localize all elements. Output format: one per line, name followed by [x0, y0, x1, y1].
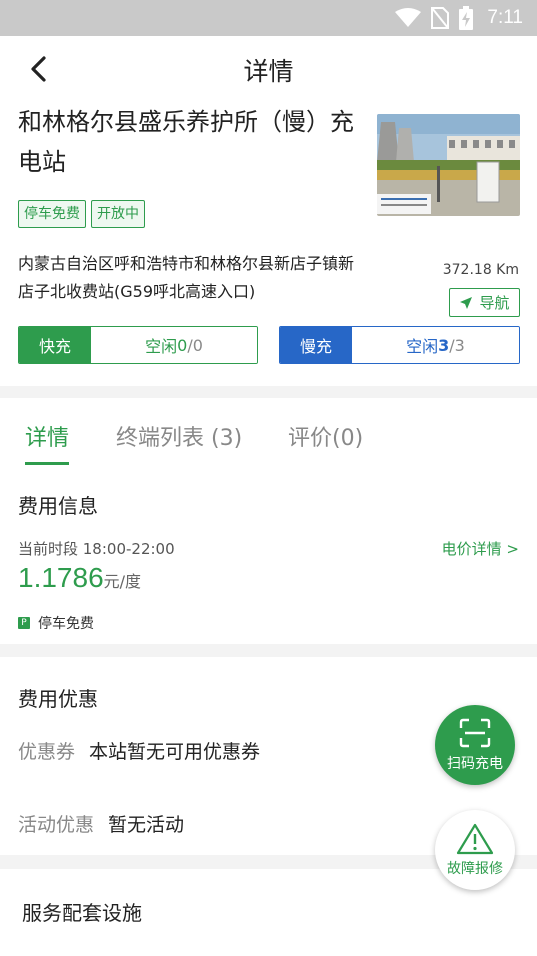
fault-report-label: 故障报修	[447, 861, 503, 877]
slow-charge-status: 空闲	[406, 337, 439, 356]
parking-info: P 停车免费	[18, 613, 94, 633]
slow-charge-free: 3	[438, 335, 450, 355]
current-period: 当前时段 18:00-22:00	[18, 540, 175, 558]
fee-info-title: 费用信息	[18, 494, 98, 518]
fast-charge-summary[interactable]: 快充 空闲 0/0	[18, 326, 258, 364]
price: 1.1786元/度	[18, 562, 141, 594]
fast-charge-status: 空闲	[145, 337, 178, 356]
slow-charge-summary[interactable]: 慢充 空闲 3/3	[279, 326, 520, 364]
price-unit: 元/度	[103, 572, 142, 591]
warning-icon	[456, 823, 494, 855]
price-details-link[interactable]: 电价详情 >	[442, 538, 519, 559]
tab-bar: 详情 终端列表 (3) 评价(0)	[0, 420, 537, 464]
scan-charge-label: 扫码充电	[447, 756, 503, 772]
detail-tabs-card: 详情 终端列表 (3) 评价(0) 费用信息 当前时段 18:00-22:00 …	[0, 398, 537, 644]
parking-label: 停车免费	[38, 616, 94, 632]
activity-label: 活动优惠	[18, 814, 95, 836]
tab-details[interactable]: 详情	[25, 420, 69, 452]
header: 详情	[0, 36, 537, 102]
station-tags: 停车免费 开放中	[18, 200, 145, 228]
parking-icon: P	[18, 617, 30, 629]
coupon-row: 优惠券 本站暂无可用优惠券	[18, 737, 260, 764]
active-tab-indicator	[25, 462, 69, 465]
fast-charge-availability: 空闲 0/0	[91, 327, 257, 363]
no-sim-icon	[431, 7, 450, 29]
tab-terminal-list[interactable]: 终端列表 (3)	[116, 420, 242, 452]
coupon-label: 优惠券	[18, 741, 76, 763]
distance: 372.18 Km	[442, 262, 519, 278]
tag-open-status: 开放中	[91, 200, 145, 228]
station-card: 和林格尔县盛乐养护所（慢）充电站 停车免费 开放中 内蒙古自治区呼和浩特市和林格…	[0, 102, 537, 386]
slow-charge-availability: 空闲 3/3	[352, 327, 519, 363]
tab-reviews[interactable]: 评价(0)	[288, 420, 363, 452]
scan-icon	[459, 718, 491, 748]
scan-charge-button[interactable]: 扫码充电	[435, 705, 515, 785]
activity-value: 暂无活动	[108, 814, 185, 836]
clock: 7:11	[487, 7, 523, 28]
fault-report-button[interactable]: 故障报修	[435, 810, 515, 890]
station-photo-image	[377, 114, 520, 216]
station-name: 和林格尔县盛乐养护所（慢）充电站	[18, 108, 354, 176]
battery-charging-icon	[459, 6, 474, 30]
navigate-label: 导航	[479, 294, 510, 312]
station-address: 内蒙古自治区呼和浩特市和林格尔县新店子镇新店子北收费站(G59呼北高速入口)	[18, 254, 355, 301]
price-value: 1.1786	[18, 562, 104, 593]
navigation-arrow-icon	[460, 296, 473, 309]
fast-charge-total: /0	[187, 335, 203, 355]
page-title: 详情	[243, 57, 294, 86]
wifi-icon	[395, 8, 422, 27]
slow-charge-label: 慢充	[280, 327, 352, 363]
service-title: 服务配套设施	[22, 901, 142, 925]
navigate-button[interactable]: 导航	[449, 288, 520, 317]
status-icons: 7:11	[395, 5, 523, 31]
tag-parking-free: 停车免费	[18, 200, 86, 228]
station-photo[interactable]	[377, 114, 520, 216]
discount-title: 费用优惠	[18, 687, 98, 711]
fast-charge-label: 快充	[19, 327, 91, 363]
status-bar: 7:11	[0, 0, 537, 36]
activity-row: 活动优惠 暂无活动	[18, 810, 184, 837]
slow-charge-total: /3	[449, 335, 465, 355]
coupon-value: 本站暂无可用优惠券	[89, 741, 261, 763]
fast-charge-free: 0	[177, 335, 188, 355]
